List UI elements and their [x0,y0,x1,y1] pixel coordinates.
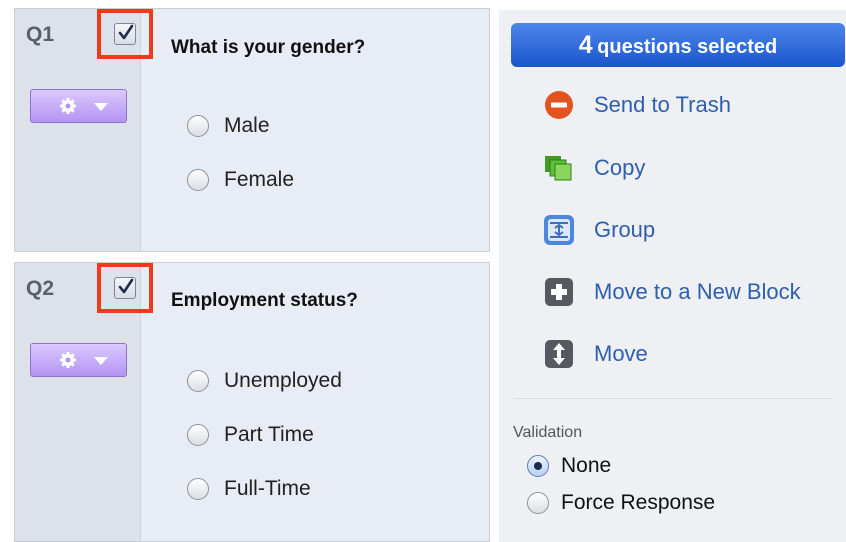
choice-label: Male [224,114,270,137]
copy-icon [545,156,572,181]
action-label: Move to a New Block [594,279,801,304]
radio-button-selected[interactable] [527,455,549,477]
radio-button[interactable] [187,115,209,137]
question-number: Q1 [26,23,55,46]
question-select-checkbox[interactable] [114,23,136,45]
trash-icon [545,91,573,119]
group-icon [544,215,574,245]
question-text: What is your gender? [171,37,366,58]
selected-count: 4 [578,31,593,59]
choice-label: Unemployed [224,369,342,392]
choice-label: Full-Time [224,477,311,500]
chevron-down-icon [94,357,108,365]
selection-count-header: 4 questions selected [511,23,845,67]
radio-button[interactable] [527,492,549,514]
gear-icon [60,352,76,368]
question-options-button[interactable] [30,89,127,123]
question-card-q1: Q1 What is your gender? Male Female [14,8,490,252]
question-select-checkbox[interactable] [114,277,136,299]
validation-option-label: Force Response [561,491,716,514]
panel-divider [513,398,833,399]
question-options-button[interactable] [30,343,127,377]
selection-highlight [97,263,153,313]
choice-label: Female [224,168,295,191]
action-label: Copy [594,155,646,180]
choice-label: Part Time [224,423,314,446]
action-label: Move [594,341,648,366]
action-label: Group [594,217,656,242]
validation-heading: Validation [513,424,583,441]
checkmark-icon [118,24,134,40]
question-card-q2: Q2 Employment status? Unemployed Part Ti… [14,262,490,542]
question-number: Q2 [26,277,55,300]
validation-option-label: None [561,454,612,477]
radio-button[interactable] [187,478,209,500]
move-icon [545,340,573,368]
selection-actions-panel: 4 questions selected Send to Trash Copy … [499,10,846,542]
action-label: Send to Trash [594,92,731,117]
question-text: Employment status? [171,290,358,311]
radio-button[interactable] [187,424,209,446]
new-block-icon [545,278,573,306]
radio-button[interactable] [187,169,209,191]
checkmark-icon [118,278,134,294]
selection-highlight [97,9,153,59]
selected-label: questions selected [597,36,778,58]
gear-icon [60,98,76,114]
radio-button[interactable] [187,370,209,392]
chevron-down-icon [94,103,108,111]
